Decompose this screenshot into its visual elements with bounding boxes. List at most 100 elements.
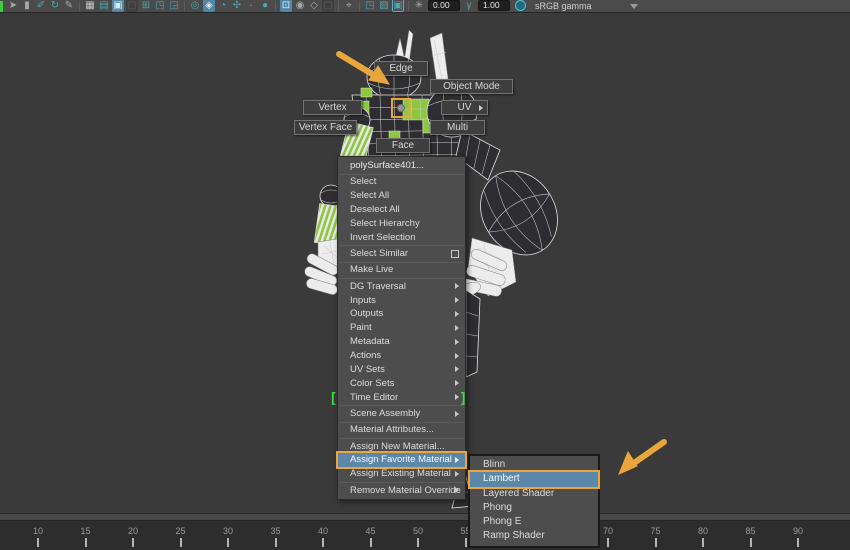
context-menu-item-outputs[interactable]: Outputs: [338, 307, 465, 321]
grid-layout-icon[interactable]: ▦: [84, 0, 96, 12]
timeline-tick-label-10: 10: [32, 526, 44, 536]
context-menu-item-time-editor[interactable]: Time Editor: [338, 391, 465, 405]
submenu-item-phong[interactable]: Phong: [470, 501, 598, 515]
four-pane-layout-icon[interactable]: ⊞: [140, 0, 152, 12]
ipr-render-icon[interactable]: ▨: [378, 0, 390, 12]
snap-view-icon[interactable]: ∙: [245, 0, 257, 12]
option-box-icon[interactable]: [451, 249, 459, 258]
timeline-tick-label-30: 30: [222, 526, 234, 536]
marking-menu-vertex-face[interactable]: Vertex Face: [294, 120, 357, 135]
marking-menu-multi[interactable]: Multi: [430, 120, 485, 135]
context-menu-item-scene-assembly[interactable]: Scene Assembly: [338, 407, 465, 421]
timeline-tick-mark: [417, 538, 419, 547]
empty-pane-layout-icon[interactable]: ▢: [126, 0, 138, 12]
snap-plane-icon[interactable]: ✣: [231, 0, 243, 12]
render-frame-icon[interactable]: ◳: [364, 0, 376, 12]
submenu-item-blinn[interactable]: Blinn: [470, 458, 598, 472]
context-menu-item-assign-existing-material[interactable]: Assign Existing Material: [338, 467, 465, 481]
context-menu-item-remove-material-override[interactable]: Remove Material Override: [338, 484, 465, 498]
gamma-icon[interactable]: γ: [463, 0, 475, 12]
snap-grid-icon[interactable]: ◎: [189, 0, 201, 12]
marking-menu-vertex-label: Vertex: [318, 102, 347, 113]
submenu-item-phong-e[interactable]: Phong E: [470, 515, 598, 529]
pane-down-icon[interactable]: ◲: [168, 0, 180, 12]
toolbar-green-edge: [0, 1, 3, 12]
time-slider[interactable]: 1015202530354045505560657075808590: [0, 521, 850, 550]
live-surface-icon[interactable]: ●: [259, 0, 271, 12]
marking-menu-object-mode[interactable]: Object Mode: [430, 79, 513, 94]
snap-curve-icon[interactable]: ◈: [203, 0, 215, 12]
pencil-tool-icon[interactable]: ✎: [63, 0, 75, 12]
timeline-tick-mark: [37, 538, 39, 547]
context-menu-item-invert-selection[interactable]: Invert Selection: [338, 231, 465, 245]
context-menu-item-select-similar[interactable]: Select Similar: [338, 247, 465, 261]
timeline-tick-label-80: 80: [697, 526, 709, 536]
timeline-tick-mark: [84, 538, 87, 547]
chevron-down-icon: [629, 3, 638, 9]
context-menu-item-actions[interactable]: Actions: [338, 349, 465, 363]
timeline-tick-label-50: 50: [412, 526, 424, 536]
select-tool-icon[interactable]: ➤: [7, 0, 19, 12]
timeline-tick-label-15: 15: [80, 526, 91, 536]
context-menu-item-select[interactable]: Select: [338, 175, 465, 189]
gamma-field[interactable]: 1.00: [478, 0, 510, 11]
context-menu-item-uv-sets[interactable]: UV Sets: [338, 363, 465, 377]
context-menu-item-select-all[interactable]: Select All: [338, 189, 465, 203]
rotate-tool-icon[interactable]: ↻: [49, 0, 61, 12]
marking-menu-edge[interactable]: Edge: [374, 61, 428, 76]
single-pane-layout-icon[interactable]: ▤: [98, 0, 110, 12]
marking-menu-center-annotation-box: [391, 98, 411, 118]
submenu-arrow-icon: [455, 380, 459, 387]
snap-point-icon[interactable]: ◔: [217, 0, 229, 12]
context-menu-item-inputs[interactable]: Inputs: [338, 294, 465, 308]
submenu-arrow-icon: [455, 470, 459, 477]
submenu-item-ramp-shader[interactable]: Ramp Shader: [470, 529, 598, 543]
marking-menu-face[interactable]: Face: [376, 138, 430, 153]
inactive-toggle-icon[interactable]: ▢: [322, 0, 334, 12]
context-menu-item-dg-traversal[interactable]: DG Traversal: [338, 280, 465, 294]
paint-select-tool-icon[interactable]: ✐: [35, 0, 47, 12]
context-menu-item-deselect-all[interactable]: Deselect All: [338, 203, 465, 217]
submenu-arrow-icon: [455, 456, 459, 463]
submenu-item-layered-shader[interactable]: Layered Shader: [470, 487, 598, 501]
timeline-tick-label-25: 25: [175, 526, 186, 536]
timeline-tick-mark: [464, 538, 467, 547]
marking-menu-center-dot[interactable]: [397, 104, 405, 112]
toolbar-separator: [359, 1, 360, 11]
exposure-icon[interactable]: ✳: [413, 0, 425, 12]
toolbar-icon-group: ➤ ▮ ✐ ↻ ✎ ▦ ▤ ▣ ▢ ⊞ ◳ ◲ ◎ ◈ ◔ ✣ ∙ ● ⊡ ◉ ◇ ▢ ⌖ ◳ ▨ ▣ ✳: [6, 0, 426, 12]
timeline-tick-label-85: 85: [745, 526, 756, 536]
render-settings-icon[interactable]: ▣: [392, 0, 404, 12]
status-line-toolbar: ➤ ▮ ✐ ↻ ✎ ▦ ▤ ▣ ▢ ⊞ ◳ ◲ ◎ ◈ ◔ ✣ ∙ ● ⊡ ◉ ◇ ▢ ⌖ ◳ ▨ ▣ ✳ 0.00 γ 1.00 …: [0, 0, 850, 13]
timeline-tick-mark: [749, 538, 752, 547]
pane-swap-icon[interactable]: ◳: [154, 0, 166, 12]
range-slider-strip[interactable]: [0, 513, 850, 521]
record-icon[interactable]: ◉: [294, 0, 306, 12]
submenu-arrow-icon: [479, 105, 483, 111]
context-menu-item-select-hierarchy[interactable]: Select Hierarchy: [338, 217, 465, 231]
timeline-tick-mark: [702, 538, 704, 547]
marking-menu-uv[interactable]: UV: [441, 100, 488, 115]
timeline-tick-mark: [607, 538, 609, 547]
context-menu-item-assign-favorite-material[interactable]: Assign Favorite Material: [338, 453, 465, 468]
context-menu-item-color-sets[interactable]: Color Sets: [338, 377, 465, 391]
submenu-item-lambert[interactable]: Lambert: [470, 472, 598, 487]
context-menu-item-paint[interactable]: Paint: [338, 321, 465, 335]
marking-menu-vertex[interactable]: Vertex: [303, 100, 362, 115]
timeline-tick-mark: [179, 538, 182, 547]
pivot-tool-icon[interactable]: ⌖: [343, 0, 355, 12]
submenu-arrow-icon: [455, 352, 459, 359]
view-transform-select[interactable]: sRGB gamma: [535, 1, 638, 11]
construction-history-icon[interactable]: ⊡: [280, 0, 292, 12]
submenu-arrow-icon: [455, 310, 459, 317]
toolbar-separator: [275, 1, 276, 11]
selection-diamond-icon[interactable]: ◇: [308, 0, 320, 12]
context-menu-item-make-live[interactable]: Make Live: [338, 263, 465, 277]
exposure-field[interactable]: 0.00: [428, 0, 460, 11]
lasso-tool-icon[interactable]: ▮: [21, 0, 33, 12]
context-menu-item-assign-new-material[interactable]: Assign New Material...: [338, 440, 465, 454]
context-menu-item-metadata[interactable]: Metadata: [338, 335, 465, 349]
color-management-icon[interactable]: [515, 0, 526, 11]
active-pane-layout-icon[interactable]: ▣: [112, 0, 124, 12]
context-menu-item-material-attributes[interactable]: Material Attributes...: [338, 423, 465, 437]
